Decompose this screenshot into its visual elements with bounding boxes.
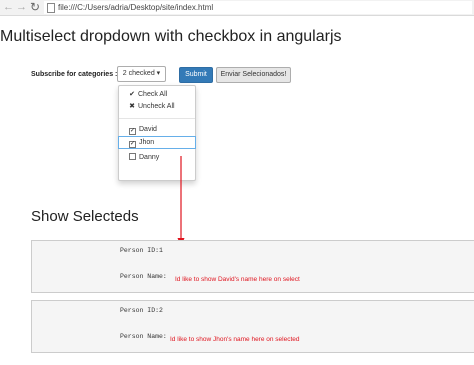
address-bar[interactable]: file:///C:/Users/adria/Desktop/site/inde… [44,1,472,14]
dropdown-button-label: 2 checked [122,70,155,77]
person-id-line: Person ID:1 [120,247,163,254]
page-title: Multiselect dropdown with checkbox in an… [0,28,342,45]
forward-arrow-icon[interactable]: → [16,1,27,14]
checkbox-danny[interactable] [129,153,136,160]
back-arrow-icon[interactable]: ← [3,1,14,14]
person-name-label: Person Name: [120,333,167,340]
document-icon [47,3,55,13]
reload-icon[interactable]: ↻ [30,1,40,14]
send-selected-button[interactable]: Enviar Selecionados! [216,67,291,83]
selected-panel: Person ID:1 Person Name: Id like to show… [31,240,474,293]
option-jhon[interactable]: ✓ Jhon [118,136,196,149]
checkbox-david[interactable]: ✓ [129,128,136,135]
browser-toolbar: ← → ↻ file:///C:/Users/adria/Desktop/sit… [0,0,474,16]
option-david-label: David [139,126,157,133]
x-icon: ✖ [129,103,135,110]
multiselect-dropdown-button[interactable]: 2 checked ▾ [117,66,166,82]
option-jhon-label: Jhon [139,139,155,146]
option-david[interactable]: ✓ David [119,124,195,135]
check-icon: ✔ [129,91,135,98]
annotation-note: Id like to show David's name here on sel… [175,276,300,283]
categories-label: Subscribe for categories : [31,71,118,78]
uncheck-all-option[interactable]: ✖ Uncheck All [119,101,195,112]
selected-panel: Person ID:2 Person Name: Id like to show… [31,300,474,353]
check-all-label: Check All [138,91,168,98]
address-url[interactable]: file:///C:/Users/adria/Desktop/site/inde… [58,1,213,14]
annotation-arrow [177,156,185,247]
submit-button[interactable]: Submit [179,67,213,83]
section-title: Show Selecteds [31,208,139,225]
menu-divider [119,118,195,119]
person-name-label: Person Name: [120,273,167,280]
check-all-option[interactable]: ✔ Check All [119,89,195,100]
annotation-note: Id like to show Jhon's name here on sele… [170,336,300,343]
person-id-line: Person ID:2 [120,307,163,314]
option-danny-label: Danny [139,154,160,161]
caret-down-icon: ▾ [156,70,161,77]
uncheck-all-label: Uncheck All [138,103,175,110]
checkbox-jhon[interactable]: ✓ [129,141,136,148]
